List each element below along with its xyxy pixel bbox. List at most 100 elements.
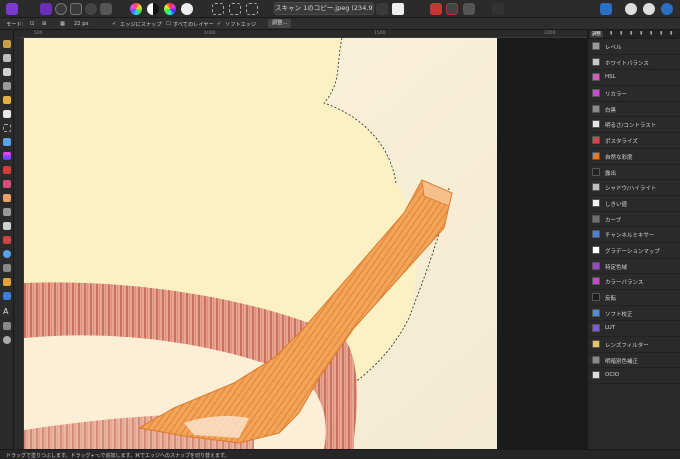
- move-tool-icon[interactable]: [3, 54, 11, 62]
- mesh-warp-tool-icon[interactable]: [3, 322, 11, 330]
- adjustment-item[interactable]: ソフト校正: [588, 306, 680, 322]
- selection-brush-tool-icon[interactable]: [3, 96, 11, 104]
- adjustment-item[interactable]: リカラー: [588, 86, 680, 102]
- document-menu-icon[interactable]: [376, 3, 388, 15]
- app-logo-icon[interactable]: [6, 3, 18, 15]
- adjustment-label: LUT: [605, 325, 616, 332]
- adjustment-item[interactable]: OCIO: [588, 368, 680, 385]
- soft-edge-label[interactable]: ソフトエッジ: [225, 21, 256, 28]
- export-persona-icon[interactable]: [100, 3, 112, 15]
- adjustment-item[interactable]: LUT: [588, 321, 680, 338]
- dodge-tool-icon[interactable]: [3, 208, 11, 216]
- red-mask-icon[interactable]: [430, 3, 442, 15]
- photo-persona-icon[interactable]: [40, 3, 52, 15]
- marquee-icon[interactable]: [212, 3, 224, 15]
- paint-brush-tool-icon[interactable]: [3, 166, 11, 174]
- document-title[interactable]: スキャン 1のコピー.jpeg (234.9%): [274, 2, 374, 15]
- soft-edge-check-icon[interactable]: ✓: [217, 21, 221, 27]
- tone-mapping-persona-icon[interactable]: [85, 3, 97, 15]
- selective-color-icon: [592, 261, 600, 270]
- adjustment-label: シャドウ/ハイライト: [605, 186, 657, 193]
- color-picker-tool-icon[interactable]: [3, 68, 11, 76]
- refine-button[interactable]: 調整...: [268, 19, 292, 28]
- white-balance-quick-icon[interactable]: [181, 3, 193, 15]
- tab-more-icon[interactable]: ▮: [670, 31, 672, 38]
- flood-fill-tool-icon[interactable]: [3, 138, 11, 146]
- adjustment-item[interactable]: カーブ: [588, 212, 680, 228]
- split-toning-icon: [592, 355, 600, 364]
- help-icon[interactable]: [661, 3, 673, 15]
- tab-history-icon[interactable]: ▮: [660, 31, 662, 38]
- canvas-viewport[interactable]: 500 1000 1500 2000: [14, 30, 587, 449]
- view-tool-icon[interactable]: [3, 40, 11, 48]
- liquify-persona-icon[interactable]: [55, 3, 67, 15]
- adjustment-item[interactable]: 反転: [588, 290, 680, 306]
- adjustment-item[interactable]: HSL: [588, 70, 680, 87]
- gradient-map-icon: [592, 245, 600, 254]
- arrange-icon[interactable]: [600, 3, 612, 15]
- gradient-tool-icon[interactable]: [3, 152, 11, 160]
- adjustment-item[interactable]: グラデーションマップ: [588, 243, 680, 259]
- adjustment-item[interactable]: 明暗別色補正: [588, 353, 680, 369]
- tab-stock-icon[interactable]: ▮: [640, 31, 642, 38]
- tab-adjustments[interactable]: 調整: [590, 31, 603, 38]
- adjustment-item[interactable]: ホワイトバランス: [588, 55, 680, 71]
- tab-layers-icon[interactable]: ▮: [610, 31, 612, 38]
- blur-tool-icon[interactable]: [3, 250, 11, 258]
- smudge-tool-icon[interactable]: [3, 264, 11, 272]
- brush-icon[interactable]: [492, 3, 504, 15]
- width-value[interactable]: 22 px: [74, 21, 89, 27]
- recolor-icon: [592, 89, 600, 98]
- document-canvas[interactable]: [24, 38, 497, 449]
- all-layers-check-icon[interactable]: ☐: [166, 21, 171, 27]
- tab-navigator-icon[interactable]: ▮: [650, 31, 652, 38]
- adjustment-label: 反転: [605, 296, 617, 302]
- all-layers-label[interactable]: すべてのレイヤー: [173, 21, 214, 28]
- assistant-icon[interactable]: [463, 3, 475, 15]
- color-replace-tool-icon[interactable]: [3, 180, 11, 188]
- hsl-quick-icon[interactable]: [164, 3, 176, 15]
- adjustment-label: カーブ: [605, 217, 622, 224]
- adjustment-item[interactable]: カラーバランス: [588, 274, 680, 290]
- brush-mask-icon[interactable]: [446, 3, 458, 15]
- crop-tool-icon[interactable]: [3, 82, 11, 90]
- tab-effects-icon[interactable]: ▮: [620, 31, 622, 38]
- adjustment-item[interactable]: 露出: [588, 165, 680, 181]
- adjustment-item[interactable]: 白黒: [588, 102, 680, 118]
- brightness-contrast-icon: [592, 120, 600, 129]
- erase-tool-icon[interactable]: [3, 194, 11, 202]
- snap-label[interactable]: エッジにスナップ: [120, 21, 162, 28]
- develop-persona-icon[interactable]: [70, 3, 82, 15]
- adjustment-label: レベル: [605, 45, 622, 51]
- adjustment-item[interactable]: しきい値: [588, 196, 680, 212]
- grid-icon[interactable]: [229, 3, 241, 15]
- share-icon[interactable]: [643, 3, 655, 15]
- adjustment-item[interactable]: 自然な彩度: [588, 149, 680, 165]
- adjustment-item[interactable]: 特定色域: [588, 259, 680, 275]
- quick-mask-icon[interactable]: [392, 3, 404, 15]
- pen-tool-icon[interactable]: [3, 278, 11, 286]
- adjustment-item[interactable]: ポスタライズ: [588, 133, 680, 149]
- tab-styles-icon[interactable]: ▮: [630, 31, 632, 38]
- adjustment-item[interactable]: 明るさ/コントラスト: [588, 117, 680, 134]
- adjustment-label: レンズフィルター: [605, 343, 649, 350]
- zoom-tool-icon[interactable]: [3, 336, 11, 344]
- selection-icon[interactable]: [246, 3, 258, 15]
- adjustment-item[interactable]: シャドウ/ハイライト: [588, 180, 680, 196]
- contrast-icon[interactable]: [147, 3, 159, 15]
- red-eye-tool-icon[interactable]: [3, 236, 11, 244]
- mode-new-icon[interactable]: ⊡: [30, 21, 34, 27]
- adjustment-item[interactable]: レベル: [588, 39, 680, 55]
- lens-filter-icon: [592, 340, 600, 349]
- clone-tool-icon[interactable]: [3, 222, 11, 230]
- flood-select-tool-icon[interactable]: [3, 110, 11, 118]
- color-wheel-icon[interactable]: [130, 3, 142, 15]
- studio-toggle-icon[interactable]: [625, 3, 637, 15]
- shape-tool-icon[interactable]: [3, 292, 11, 300]
- adjustment-item[interactable]: レンズフィルター: [588, 337, 680, 353]
- snap-check-icon[interactable]: ✓: [112, 21, 116, 27]
- mode-add-icon[interactable]: ⊞: [42, 21, 46, 27]
- text-tool-icon[interactable]: A: [3, 308, 11, 316]
- marquee-tool-icon[interactable]: [3, 124, 11, 132]
- adjustment-item[interactable]: チャンネルミキサー: [588, 227, 680, 243]
